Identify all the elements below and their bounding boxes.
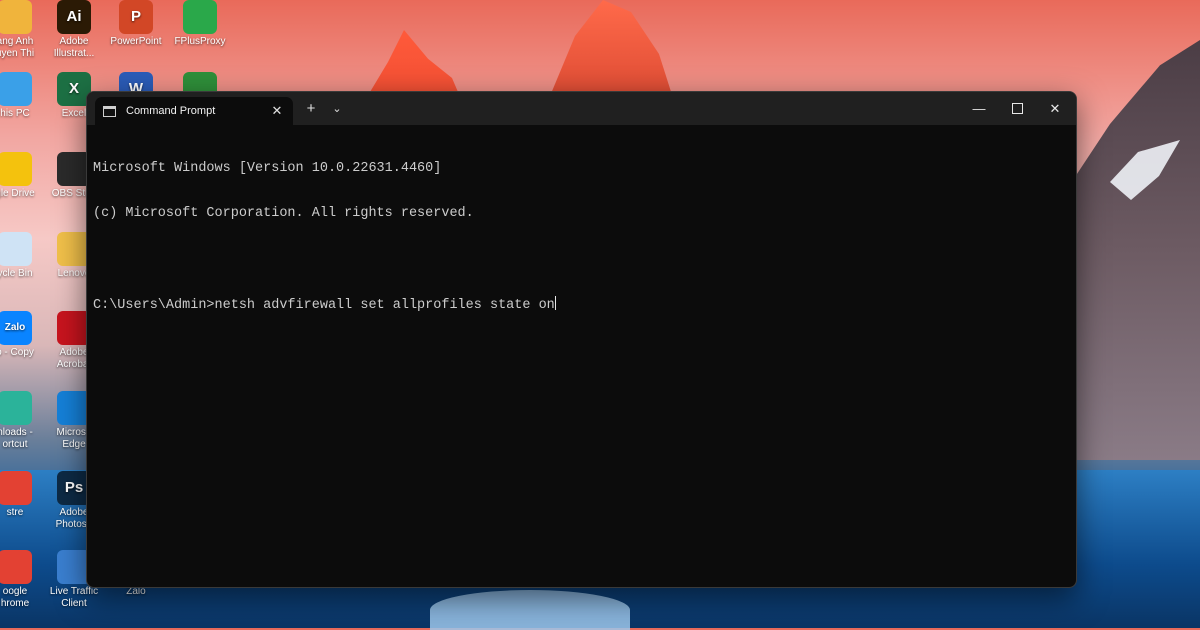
icon-glyph: Ps <box>64 479 84 496</box>
desktop-shortcut[interactable]: oogle hrome <box>0 550 45 610</box>
user-folder-icon <box>0 0 32 34</box>
zalo-icon: Zalo <box>0 311 32 345</box>
close-tab-icon[interactable]: ✕ <box>269 103 285 119</box>
adobe-illustrator-icon: Ai <box>57 0 91 34</box>
close-icon: ✕ <box>1049 100 1061 116</box>
desktop-shortcut-label: oogle hrome <box>0 586 30 609</box>
icon-glyph: P <box>130 8 141 25</box>
command-input-line[interactable]: C:\Users\Admin>netsh advfirewall set all… <box>93 296 1070 313</box>
minimize-icon: — <box>972 101 986 116</box>
desktop-shortcut-label: o - Copy <box>0 347 34 358</box>
desktop-shortcut[interactable]: Zalo o - Copy <box>0 311 45 359</box>
fplusproxy-icon <box>183 0 217 34</box>
console-output[interactable]: Microsoft Windows [Version 10.0.22631.44… <box>87 125 1076 347</box>
new-tab-button[interactable]: + <box>301 100 321 117</box>
desktop-shortcut-label: FPlusProxy <box>174 36 226 47</box>
chrome-profile-icon <box>0 471 32 505</box>
desktop-shortcut-label: Adobe Illustrat... <box>53 36 95 59</box>
desktop-shortcut-label: Live Traffic Client <box>49 586 99 609</box>
desktop-shortcut[interactable]: gle Drive <box>0 152 45 200</box>
console-line: (c) Microsoft Corporation. All rights re… <box>93 206 474 221</box>
text-cursor <box>554 296 556 310</box>
desktop-shortcut[interactable]: ycle Bin <box>0 232 45 280</box>
icon-glyph: X <box>68 80 79 97</box>
icon-glyph: Zalo <box>4 322 26 333</box>
icon-glyph: Ai <box>66 8 82 25</box>
tab-dropdown-button[interactable]: ⌄ <box>327 102 347 115</box>
command-text: C:\Users\Admin>netsh advfirewall set all… <box>93 298 555 313</box>
this-pc-icon <box>0 72 32 106</box>
close-window-button[interactable]: ✕ <box>1036 92 1074 125</box>
downloads-icon <box>0 391 32 425</box>
tab-title: Command Prompt <box>126 105 216 117</box>
desktop-shortcut-label: nloads - ortcut <box>0 427 33 450</box>
desktop-shortcut[interactable]: nloads - ortcut <box>0 391 45 451</box>
powerpoint-icon: P <box>119 0 153 34</box>
terminal-icon <box>103 105 116 117</box>
recycle-bin-icon <box>0 232 32 266</box>
chrome-icon <box>0 550 32 584</box>
maximize-button[interactable] <box>998 92 1036 125</box>
desktop-shortcut-label: his PC <box>0 108 30 119</box>
wallpaper-ice <box>430 590 630 630</box>
desktop-shortcut[interactable]: his PC <box>0 72 45 120</box>
desktop-shortcut[interactable]: ang Anh uyen Thi <box>0 0 45 60</box>
maximize-icon <box>1011 103 1023 114</box>
console-line: Microsoft Windows [Version 10.0.22631.44… <box>93 161 442 176</box>
desktop-shortcut-label: ang Anh uyen Thi <box>0 36 35 59</box>
minimize-button[interactable]: — <box>960 92 998 125</box>
google-drive-icon <box>0 152 32 186</box>
desktop-shortcut-label: stre <box>6 507 24 518</box>
desktop-shortcut[interactable]: P PowerPoint <box>106 0 166 48</box>
desktop-shortcut[interactable]: Ai Adobe Illustrat... <box>44 0 104 60</box>
desktop-shortcut-label: ycle Bin <box>0 268 33 279</box>
desktop-shortcut[interactable]: stre <box>0 471 45 519</box>
command-prompt-window[interactable]: Command Prompt ✕ + ⌄ — ✕ Microsoft Windo… <box>86 91 1077 588</box>
desktop-shortcut[interactable]: FPlusProxy <box>170 0 230 48</box>
title-bar[interactable]: Command Prompt ✕ + ⌄ — ✕ <box>87 92 1076 125</box>
desktop-shortcut-label: gle Drive <box>0 188 35 199</box>
desktop-shortcut-label: PowerPoint <box>110 36 162 47</box>
tab-command-prompt[interactable]: Command Prompt ✕ <box>95 97 293 125</box>
